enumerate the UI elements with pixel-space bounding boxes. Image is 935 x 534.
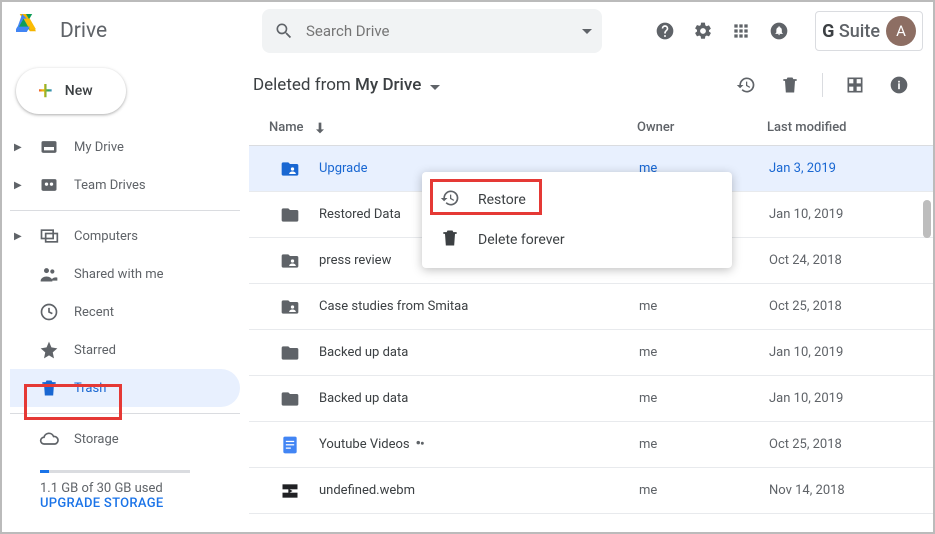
table-row[interactable]: Case studies from SmitaameOct 25, 2018 (249, 284, 933, 330)
context-menu: Restore Delete forever (422, 172, 732, 268)
bell-icon[interactable] (767, 19, 791, 43)
file-owner: me (639, 391, 769, 406)
table-row[interactable]: undefined.webmmeNov 14, 2018 (249, 468, 933, 514)
storage-used: 1.1 GB of 30 GB used (40, 481, 240, 496)
logo-area[interactable]: Drive (16, 13, 262, 49)
plus-icon: + (38, 76, 53, 106)
column-header: Name Owner Last modified (249, 110, 933, 146)
drive-icon (38, 137, 60, 157)
sidebar-item-team-drives[interactable]: ▶Team Drives (10, 166, 240, 204)
new-button[interactable]: + New (16, 68, 126, 114)
folder-shared-icon (279, 297, 301, 317)
table-row[interactable]: Backed up datameJan 10, 2019 (249, 330, 933, 376)
clock-icon (38, 302, 60, 322)
file-modified: Oct 24, 2018 (769, 253, 913, 268)
info-icon[interactable] (887, 73, 911, 97)
search-bar[interactable] (262, 9, 602, 53)
new-label: New (65, 83, 93, 99)
file-owner: me (639, 437, 769, 452)
header: Drive G Suite A (2, 2, 933, 60)
doc-icon (279, 435, 301, 455)
search-options-icon[interactable] (582, 29, 592, 34)
sidebar: + New ▶My Drive▶Team Drives ▶ComputersSh… (2, 60, 248, 532)
file-name: Case studies from Smitaa (319, 299, 639, 314)
video-icon (279, 481, 301, 501)
grid-view-icon[interactable] (843, 73, 867, 97)
file-name: Backed up data (319, 391, 639, 406)
col-owner[interactable]: Owner (637, 120, 767, 135)
upgrade-link[interactable]: UPGRADE STORAGE (40, 496, 240, 511)
search-input[interactable] (306, 22, 582, 40)
table-row[interactable]: Backed up datameJan 10, 2019 (249, 376, 933, 422)
restore-icon[interactable] (734, 73, 758, 97)
team-icon (38, 175, 60, 195)
folder-icon (279, 205, 301, 225)
sidebar-item-shared-with-me[interactable]: Shared with me (10, 255, 240, 293)
storage-label: Storage (74, 432, 119, 447)
folder-shared-icon (279, 251, 301, 271)
file-owner: me (639, 299, 769, 314)
scrollbar[interactable] (923, 200, 931, 238)
storage-bar (40, 470, 190, 473)
sidebar-item-my-drive[interactable]: ▶My Drive (10, 128, 240, 166)
help-icon[interactable] (653, 19, 677, 43)
apps-icon[interactable] (729, 19, 753, 43)
file-modified: Jan 10, 2019 (769, 207, 913, 222)
header-actions: G Suite A (653, 11, 923, 51)
search-icon[interactable] (272, 19, 296, 43)
sidebar-item-recent[interactable]: Recent (10, 293, 240, 331)
folder-icon (279, 343, 301, 363)
breadcrumb[interactable]: Deleted from My Drive (253, 75, 440, 95)
ctx-restore-label: Restore (478, 192, 526, 208)
file-modified: Jan 3, 2019 (769, 161, 913, 176)
table-row[interactable]: Youtube Videos meOct 25, 2018 (249, 422, 933, 468)
file-owner: me (639, 345, 769, 360)
file-name: undefined.webm (319, 483, 639, 498)
ctx-delete-forever[interactable]: Delete forever (422, 220, 732, 260)
computer-icon (38, 226, 60, 246)
col-name[interactable]: Name (269, 120, 637, 136)
sidebar-item-trash[interactable]: Trash (10, 369, 240, 407)
app-title: Drive (60, 19, 107, 43)
trash-icon (38, 378, 60, 398)
gsuite-label: G Suite (822, 21, 880, 42)
file-modified: Oct 25, 2018 (769, 437, 913, 452)
star-icon (38, 340, 60, 360)
gear-icon[interactable] (691, 19, 715, 43)
file-name: Youtube Videos (319, 437, 639, 452)
file-modified: Jan 10, 2019 (769, 391, 913, 406)
file-modified: Jan 10, 2019 (769, 345, 913, 360)
folder-icon (279, 389, 301, 409)
trash-icon[interactable] (778, 73, 802, 97)
storage-info: 1.1 GB of 30 GB used UPGRADE STORAGE (10, 458, 240, 511)
gsuite-badge[interactable]: G Suite A (815, 11, 923, 51)
file-name: Backed up data (319, 345, 639, 360)
trash-icon (440, 228, 460, 252)
toolbar: Deleted from My Drive (249, 60, 933, 110)
file-modified: Oct 25, 2018 (769, 299, 913, 314)
people-icon (38, 264, 60, 284)
file-owner: me (639, 483, 769, 498)
chevron-down-icon[interactable] (430, 85, 440, 90)
file-modified: Nov 14, 2018 (769, 483, 913, 498)
drive-logo-icon (16, 13, 52, 49)
sidebar-item-storage[interactable]: Storage (10, 420, 240, 458)
sidebar-item-computers[interactable]: ▶Computers (10, 217, 240, 255)
folder-shared-icon (279, 159, 301, 179)
main: Deleted from My Drive Name Owner Last mo… (248, 60, 933, 532)
ctx-delete-label: Delete forever (478, 232, 565, 248)
cloud-icon (38, 429, 60, 449)
avatar[interactable]: A (886, 16, 916, 46)
ctx-restore[interactable]: Restore (422, 180, 732, 220)
col-modified[interactable]: Last modified (767, 120, 913, 135)
sidebar-item-starred[interactable]: Starred (10, 331, 240, 369)
restore-icon (440, 188, 460, 212)
